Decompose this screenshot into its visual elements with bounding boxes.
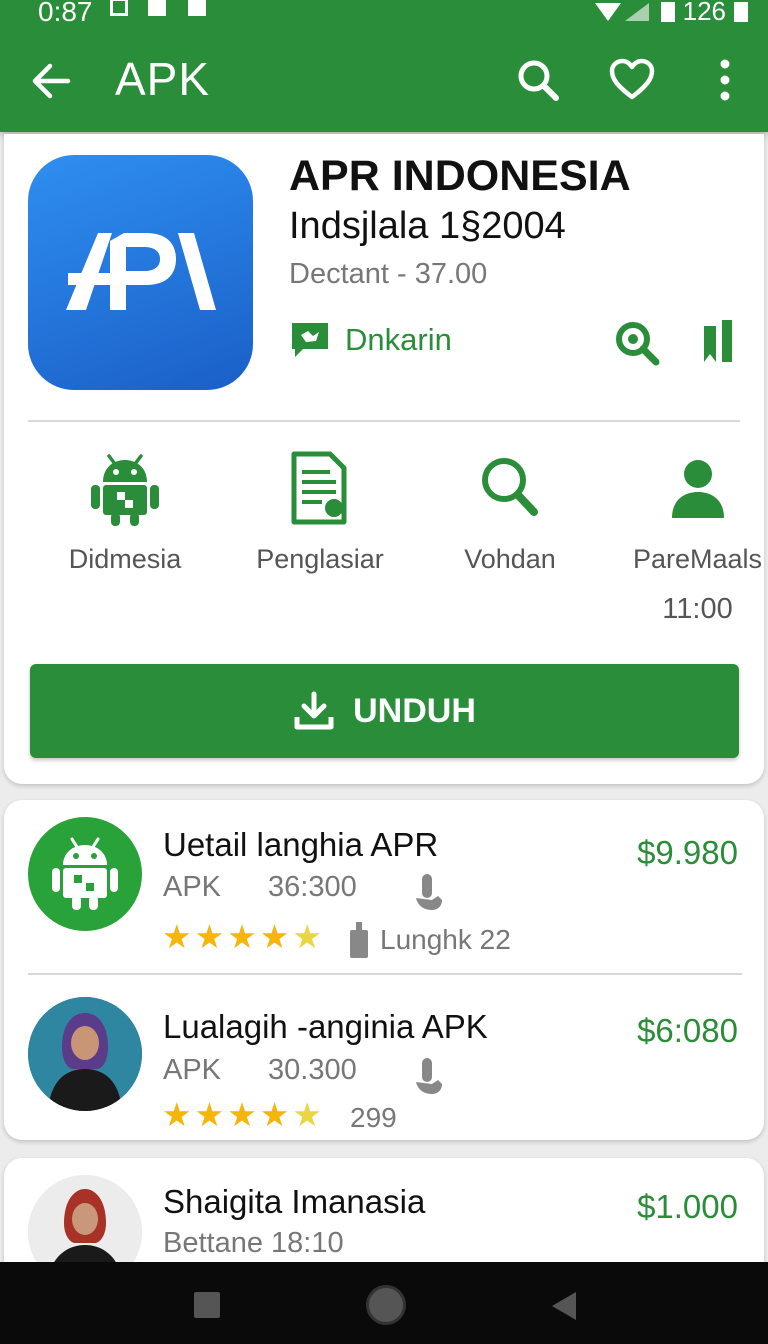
star-icon: ★ bbox=[194, 1096, 225, 1133]
list-item-price: $1.000 bbox=[637, 1188, 738, 1225]
app-bar: 0:87 126 APK bbox=[0, 0, 768, 132]
avatar-image bbox=[28, 997, 142, 1111]
status-right: 126 bbox=[593, 0, 748, 27]
list-item-price: $9.980 bbox=[637, 834, 738, 871]
star-icon: ★ bbox=[259, 918, 290, 955]
list-item-rating-text: Lunghk 22 bbox=[380, 924, 511, 955]
back-icon[interactable] bbox=[548, 1290, 578, 1322]
list-item-meta: Bettane 18:10 bbox=[163, 1227, 344, 1259]
android-icon bbox=[52, 837, 118, 910]
star-icon: ★ bbox=[162, 918, 192, 955]
feature-label: Penglasiar bbox=[256, 544, 384, 574]
battery-icon bbox=[734, 1, 748, 22]
back-arrow-icon[interactable] bbox=[28, 58, 74, 104]
signal-icon bbox=[594, 2, 649, 21]
list-item-title[interactable]: Shaigita Imanasia bbox=[163, 1183, 425, 1221]
feature-label: Didmesia bbox=[68, 544, 182, 574]
status-bar: 0:87 126 bbox=[0, 0, 768, 28]
star-icon: ★ bbox=[259, 1096, 290, 1133]
star-icon: ★ bbox=[227, 918, 257, 955]
chat-icon bbox=[292, 323, 328, 357]
list-item-rating-text: 299 bbox=[350, 1102, 397, 1133]
app-meta: Dectant - 37.00 bbox=[289, 258, 488, 290]
feature-item-vohdan[interactable]: Vohdan bbox=[415, 450, 605, 575]
feature-item-penglasiar[interactable]: Penglasiar bbox=[225, 450, 415, 575]
list-item-avatar[interactable] bbox=[28, 997, 142, 1111]
recents-icon[interactable] bbox=[194, 1292, 220, 1318]
app-logo bbox=[66, 233, 216, 310]
list-item-count: 36:300 bbox=[268, 871, 357, 903]
phone-icon bbox=[350, 922, 368, 958]
status-time: 0:87 bbox=[38, 0, 93, 27]
home-icon[interactable] bbox=[366, 1285, 406, 1325]
download-icon bbox=[294, 691, 334, 730]
list-item-title[interactable]: Uetail langhia APR bbox=[163, 826, 438, 864]
more-vert-icon[interactable] bbox=[701, 56, 749, 104]
feature-label: PareMaals bbox=[632, 544, 763, 574]
android-icon bbox=[91, 454, 159, 526]
app-icon bbox=[28, 155, 253, 390]
star-icon: ★ bbox=[227, 1096, 257, 1133]
search-icon[interactable] bbox=[514, 56, 562, 104]
battery-level: 126 bbox=[682, 0, 726, 26]
download-button[interactable]: UNDUH bbox=[30, 664, 739, 758]
search-icon bbox=[482, 458, 538, 516]
download-label: UNDUH bbox=[353, 691, 476, 730]
app-name: APR INDONESIA bbox=[289, 152, 631, 200]
list-item-title[interactable]: Lualagih -anginia APK bbox=[163, 1008, 488, 1046]
system-nav-bar bbox=[0, 1262, 768, 1344]
sim-icon bbox=[660, 1, 675, 22]
image-icon bbox=[148, 0, 166, 16]
toolbar: APK bbox=[0, 40, 768, 120]
document-icon bbox=[291, 451, 347, 525]
rating-stars: ★ ★ ★ ★ ★ bbox=[162, 1098, 322, 1132]
feature-label: Vohdan bbox=[464, 544, 556, 574]
list-item-count: 30.300 bbox=[268, 1054, 357, 1086]
touch-icon bbox=[416, 1058, 442, 1094]
download-status-icon bbox=[188, 0, 206, 16]
list-item-type: APK bbox=[163, 871, 222, 903]
page-title: APK bbox=[115, 53, 211, 105]
feature-time: 11:00 bbox=[662, 593, 733, 625]
star-half-icon: ★ bbox=[292, 1096, 322, 1133]
app-subtitle: Indsjlala 1§2004 bbox=[289, 205, 566, 247]
feature-item-didmesia[interactable]: Didmesia bbox=[30, 450, 220, 575]
star-half-icon: ★ bbox=[292, 918, 322, 955]
heart-icon[interactable] bbox=[608, 56, 656, 104]
list-item-thumbnail[interactable] bbox=[28, 817, 142, 931]
list-item-price: $6:080 bbox=[637, 1012, 738, 1049]
rating-stars: ★ ★ ★ ★ ★ bbox=[162, 920, 322, 954]
zoom-icon[interactable] bbox=[612, 318, 660, 366]
star-icon: ★ bbox=[162, 1096, 192, 1133]
bookmark-icon[interactable] bbox=[696, 318, 744, 366]
developer-link-label: Dnkarin bbox=[345, 322, 452, 357]
divider bbox=[28, 973, 742, 975]
star-icon: ★ bbox=[194, 918, 225, 955]
divider bbox=[28, 420, 740, 422]
feature-item-paremaals[interactable]: PareMaals 11:00 bbox=[600, 450, 768, 626]
person-icon bbox=[671, 460, 724, 518]
touch-icon bbox=[416, 874, 442, 910]
grid-icon bbox=[110, 0, 128, 16]
list-item-type: APK bbox=[163, 1054, 222, 1086]
developer-link[interactable]: Dnkarin bbox=[289, 318, 452, 362]
